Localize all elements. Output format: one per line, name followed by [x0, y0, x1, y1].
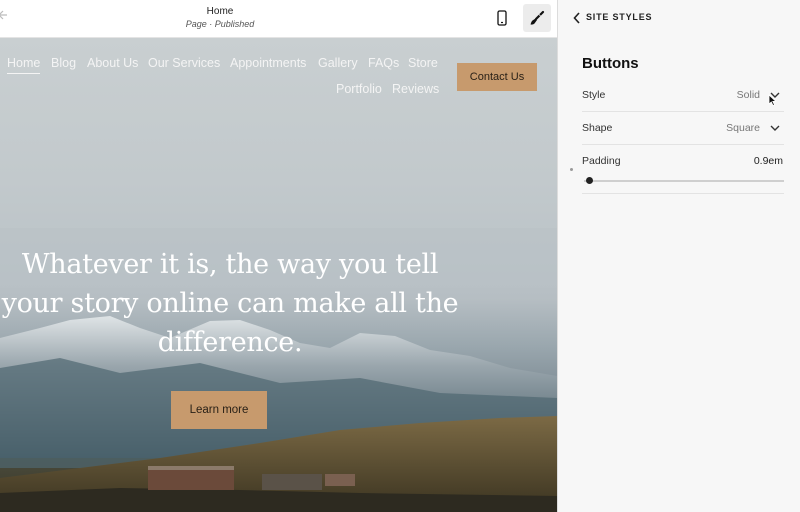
site-styles-panel: SITE STYLES Buttons Style Solid Shape Sq… — [557, 0, 800, 512]
padding-label: Padding — [582, 155, 621, 167]
shape-value: Square — [726, 122, 760, 134]
style-value: Solid — [736, 89, 760, 101]
divider — [582, 193, 784, 194]
page-status: Page · Published — [185, 19, 255, 29]
page-title: Home — [206, 6, 234, 17]
style-dropdown[interactable]: Style Solid — [582, 80, 784, 112]
mobile-preview-button[interactable] — [488, 4, 516, 32]
site-preview: Home Blog About Us Our Services Appointm… — [0, 38, 557, 512]
hero-headline: Whatever it is, the way you tell your st… — [1, 249, 459, 358]
arrow-left-icon[interactable] — [0, 8, 8, 22]
section-title: Buttons — [582, 55, 639, 72]
paintbrush-icon — [530, 10, 545, 25]
padding-value: 0.9em — [753, 155, 783, 167]
nav-item-reviews[interactable]: Reviews — [392, 82, 439, 96]
site-styles-back-link[interactable]: SITE STYLES — [586, 12, 652, 22]
mouse-pointer-icon — [768, 94, 777, 106]
contact-us-button[interactable]: Contact Us — [457, 63, 537, 91]
panel-header[interactable]: SITE STYLES — [558, 0, 800, 36]
nav-item-gallery[interactable]: Gallery — [318, 56, 358, 70]
nav-item-appointments[interactable]: Appointments — [230, 56, 306, 70]
shape-label: Shape — [582, 122, 613, 134]
shape-dropdown[interactable]: Shape Square — [582, 113, 784, 145]
nav-item-about-us[interactable]: About Us — [87, 56, 138, 70]
learn-more-button[interactable]: Learn more — [171, 391, 267, 429]
editor-topbar: Home Page · Published — [0, 0, 557, 38]
nav-item-our-services[interactable]: Our Services — [148, 56, 220, 70]
padding-slider-handle[interactable] — [586, 177, 593, 184]
drag-handle-dot — [570, 168, 573, 171]
mobile-phone-icon — [497, 10, 507, 26]
chevron-down-icon — [770, 125, 780, 131]
nav-item-blog[interactable]: Blog — [51, 56, 76, 70]
nav-item-home[interactable]: Home — [7, 56, 41, 74]
nav-item-store[interactable]: Store — [408, 56, 438, 70]
site-navigation: Home Blog About Us Our Services Appointm… — [7, 56, 447, 116]
nav-item-faqs[interactable]: FAQs — [368, 56, 399, 70]
chevron-left-icon — [573, 12, 580, 24]
nav-item-portfolio[interactable]: Portfolio — [336, 82, 382, 96]
style-label: Style — [582, 89, 606, 101]
padding-slider[interactable] — [584, 180, 784, 182]
site-styles-button[interactable] — [523, 4, 551, 32]
